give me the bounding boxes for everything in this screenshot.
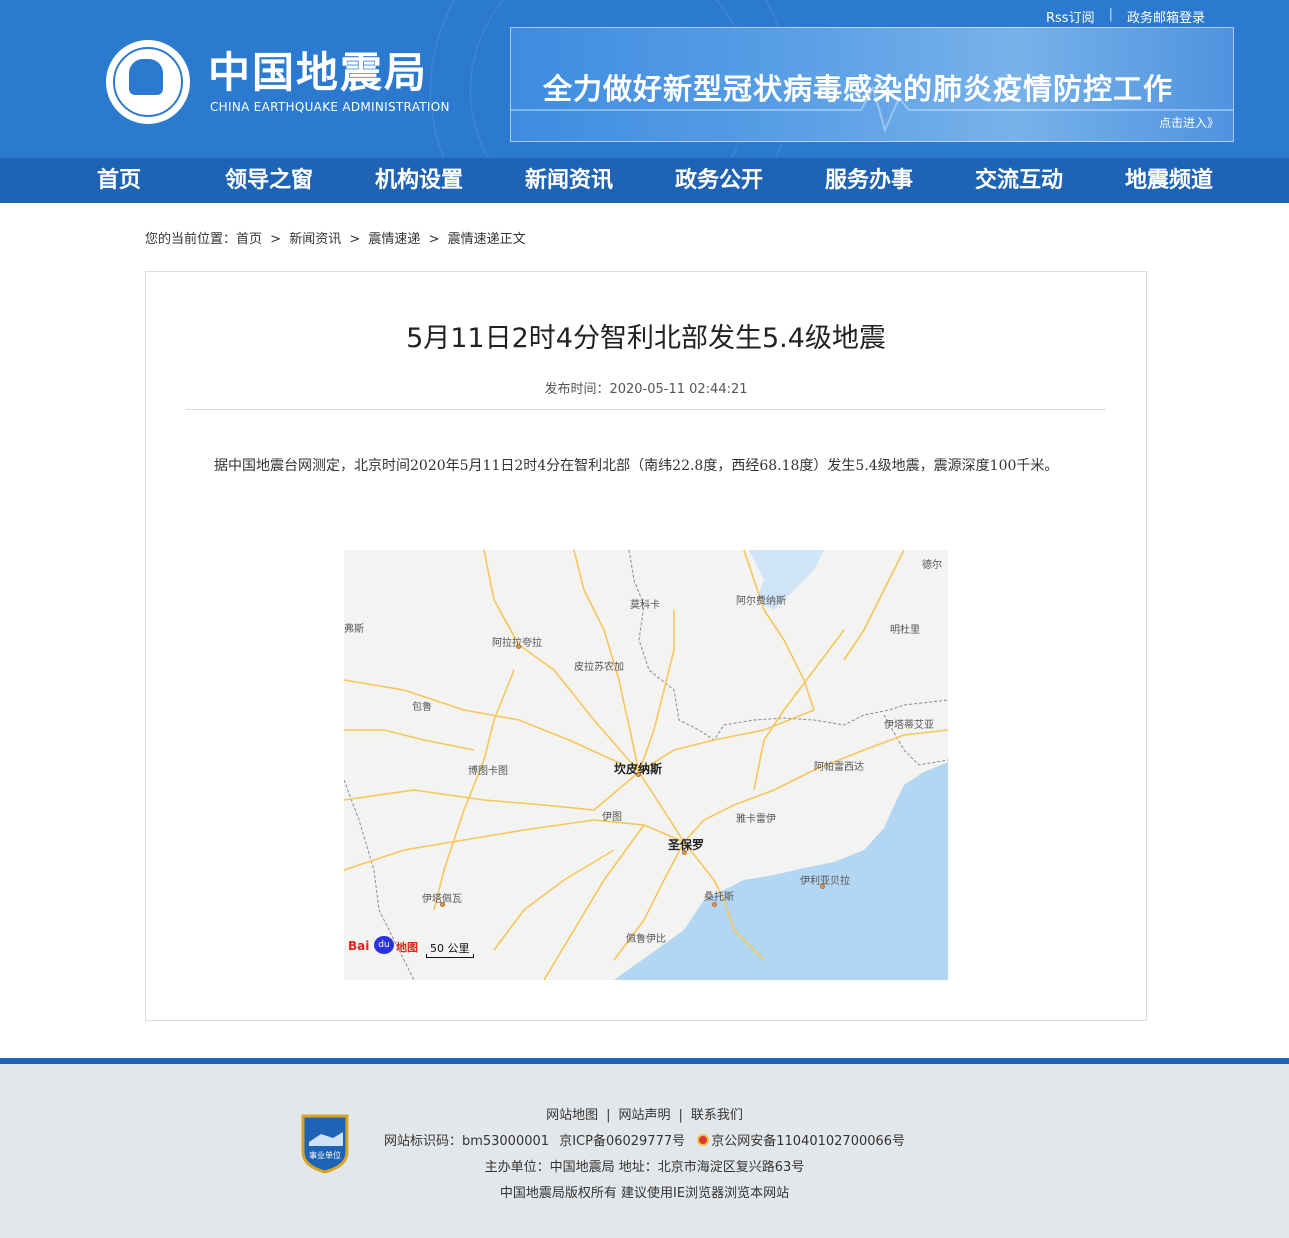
banner-enter-link[interactable]: 点击进入》: [1159, 114, 1219, 131]
map-label: 博图卡图: [468, 766, 508, 777]
breadcrumb-separator: >: [349, 232, 361, 247]
logo-emblem-icon[interactable]: [106, 40, 190, 124]
nav-earthquake-channel[interactable]: 地震频道: [1094, 158, 1244, 203]
nav-interaction[interactable]: 交流互动: [944, 158, 1094, 203]
map-label: 皮拉苏农加: [574, 662, 624, 673]
nav-services[interactable]: 服务办事: [794, 158, 944, 203]
map-city-marker: [712, 902, 717, 907]
map-label: 伊塔蒂艾亚: [884, 720, 934, 731]
top-links-separator: |: [1108, 7, 1113, 22]
breadcrumb-item-news[interactable]: 新闻资讯: [289, 232, 341, 247]
map-scale-bar: [426, 954, 474, 958]
map-label: 莫科卡: [630, 600, 660, 611]
footer-link-contact[interactable]: 联系我们: [691, 1108, 743, 1123]
map-label: 德尔: [922, 560, 942, 571]
site-header: Rss订阅 | 政务邮箱登录 中国地震局 CHINA EARTHQUAKE AD…: [0, 0, 1289, 158]
breadcrumb-separator: >: [270, 232, 282, 247]
map-city-marker: [440, 902, 445, 907]
map-label: 阿尔费纳斯: [736, 596, 786, 607]
footer-copyright: 中国地震局版权所有 建议使用IE浏览器浏览本网站: [499, 1186, 790, 1201]
footer-link-sitemap[interactable]: 网站地图: [546, 1108, 598, 1123]
footer-site-id: 网站标识码：bm53000001: [383, 1134, 550, 1149]
footer-link-statement[interactable]: 网站声明: [618, 1108, 670, 1123]
article-panel: 5月11日2时4分智利北部发生5.4级地震 发布时间：2020-05-11 02…: [145, 271, 1147, 1021]
police-emblem-icon: [697, 1134, 710, 1146]
map-label: 明杜里: [890, 625, 920, 636]
epicenter-map[interactable]: 德尔 莫科卡 阿尔费纳斯 弗斯 明杜里 阿拉拉夸拉 皮拉苏农加 包鲁 伊塔蒂艾亚…: [344, 550, 948, 980]
map-label: 桑托斯: [704, 892, 734, 903]
nav-home[interactable]: 首页: [44, 158, 194, 203]
gov-mail-login-link[interactable]: 政务邮箱登录: [1127, 7, 1205, 26]
map-label: 伊利亚贝拉: [800, 876, 850, 887]
footer-links: 网站地图 | 网站声明 | 联系我们: [0, 1104, 1289, 1123]
top-links: Rss订阅 | 政务邮箱登录: [1046, 7, 1205, 26]
breadcrumb: 您的当前位置：首页 > 新闻资讯 > 震情速递 > 震情速递正文: [145, 228, 530, 247]
footer-police-record[interactable]: 京公网安备11040102700066号: [711, 1134, 905, 1149]
map-label: 伊图: [602, 812, 622, 823]
article-pubtime: 发布时间：2020-05-11 02:44:21: [544, 382, 748, 397]
rss-link[interactable]: Rss订阅: [1046, 7, 1095, 26]
map-city-marker: [682, 850, 687, 855]
footer-row-ids: 网站标识码：bm53000001 京ICP备06029777号 京公网安备110…: [0, 1130, 1289, 1149]
article-title: 5月11日2时4分智利北部发生5.4级地震: [406, 323, 886, 354]
baidu-logo-bai: Bai: [348, 939, 370, 953]
site-footer: 事业单位 网站地图 | 网站声明 | 联系我们 网站标识码：bm53000001 京IC…: [0, 1064, 1289, 1238]
logo-subtitle: CHINA EARTHQUAKE ADMINISTRATION: [210, 100, 450, 114]
banner-title: 全力做好新型冠状病毒感染的肺炎疫情防控工作: [543, 72, 1174, 106]
article-body: 据中国地震台网测定，北京时间2020年5月11日2时4分在智利北部（南纬22.8…: [214, 458, 1059, 474]
map-city-marker: [516, 644, 521, 649]
map-scale: 50 公里: [426, 940, 476, 958]
map-label: 包鲁: [412, 702, 432, 713]
breadcrumb-item-quake-express[interactable]: 震情速递: [368, 232, 420, 247]
footer-icp[interactable]: 京ICP备06029777号: [559, 1134, 685, 1149]
footer-link-separator: |: [678, 1108, 683, 1123]
map-label: 雅卡雷伊: [736, 814, 776, 825]
nav-gov-affairs[interactable]: 政务公开: [644, 158, 794, 203]
breadcrumb-item-home[interactable]: 首页: [236, 232, 262, 247]
breadcrumb-prefix: 您的当前位置：: [145, 232, 237, 247]
nav-organization[interactable]: 机构设置: [344, 158, 494, 203]
breadcrumb-item-current: 震情速递正文: [447, 232, 526, 247]
footer-link-separator: |: [606, 1108, 611, 1123]
breadcrumb-separator: >: [428, 232, 440, 247]
map-city-marker: [636, 772, 641, 777]
map-label: 佩鲁伊比: [626, 934, 666, 945]
map-label: 弗斯: [344, 624, 364, 635]
footer-sponsor: 主办单位：中国地震局 地址：北京市海淀区复兴路63号: [484, 1160, 805, 1175]
logo-emblem-core: [129, 59, 163, 95]
baidu-paw-icon: du: [374, 936, 394, 954]
baidu-map-logo: Bai du 地图: [348, 936, 422, 956]
nav-news[interactable]: 新闻资讯: [494, 158, 644, 203]
map-city-marker: [820, 884, 825, 889]
main-nav: 首页 领导之窗 机构设置 新闻资讯 政务公开 服务办事 交流互动 地震频道: [0, 158, 1289, 203]
campaign-banner[interactable]: 全力做好新型冠状病毒感染的肺炎疫情防控工作 点击进入》: [510, 27, 1234, 142]
map-label: 阿帕雷西达: [814, 762, 864, 773]
baidu-logo-map: 地图: [396, 941, 418, 954]
article-divider: [186, 409, 1106, 410]
logo-title[interactable]: 中国地震局: [208, 46, 428, 100]
nav-leadership[interactable]: 领导之窗: [194, 158, 344, 203]
